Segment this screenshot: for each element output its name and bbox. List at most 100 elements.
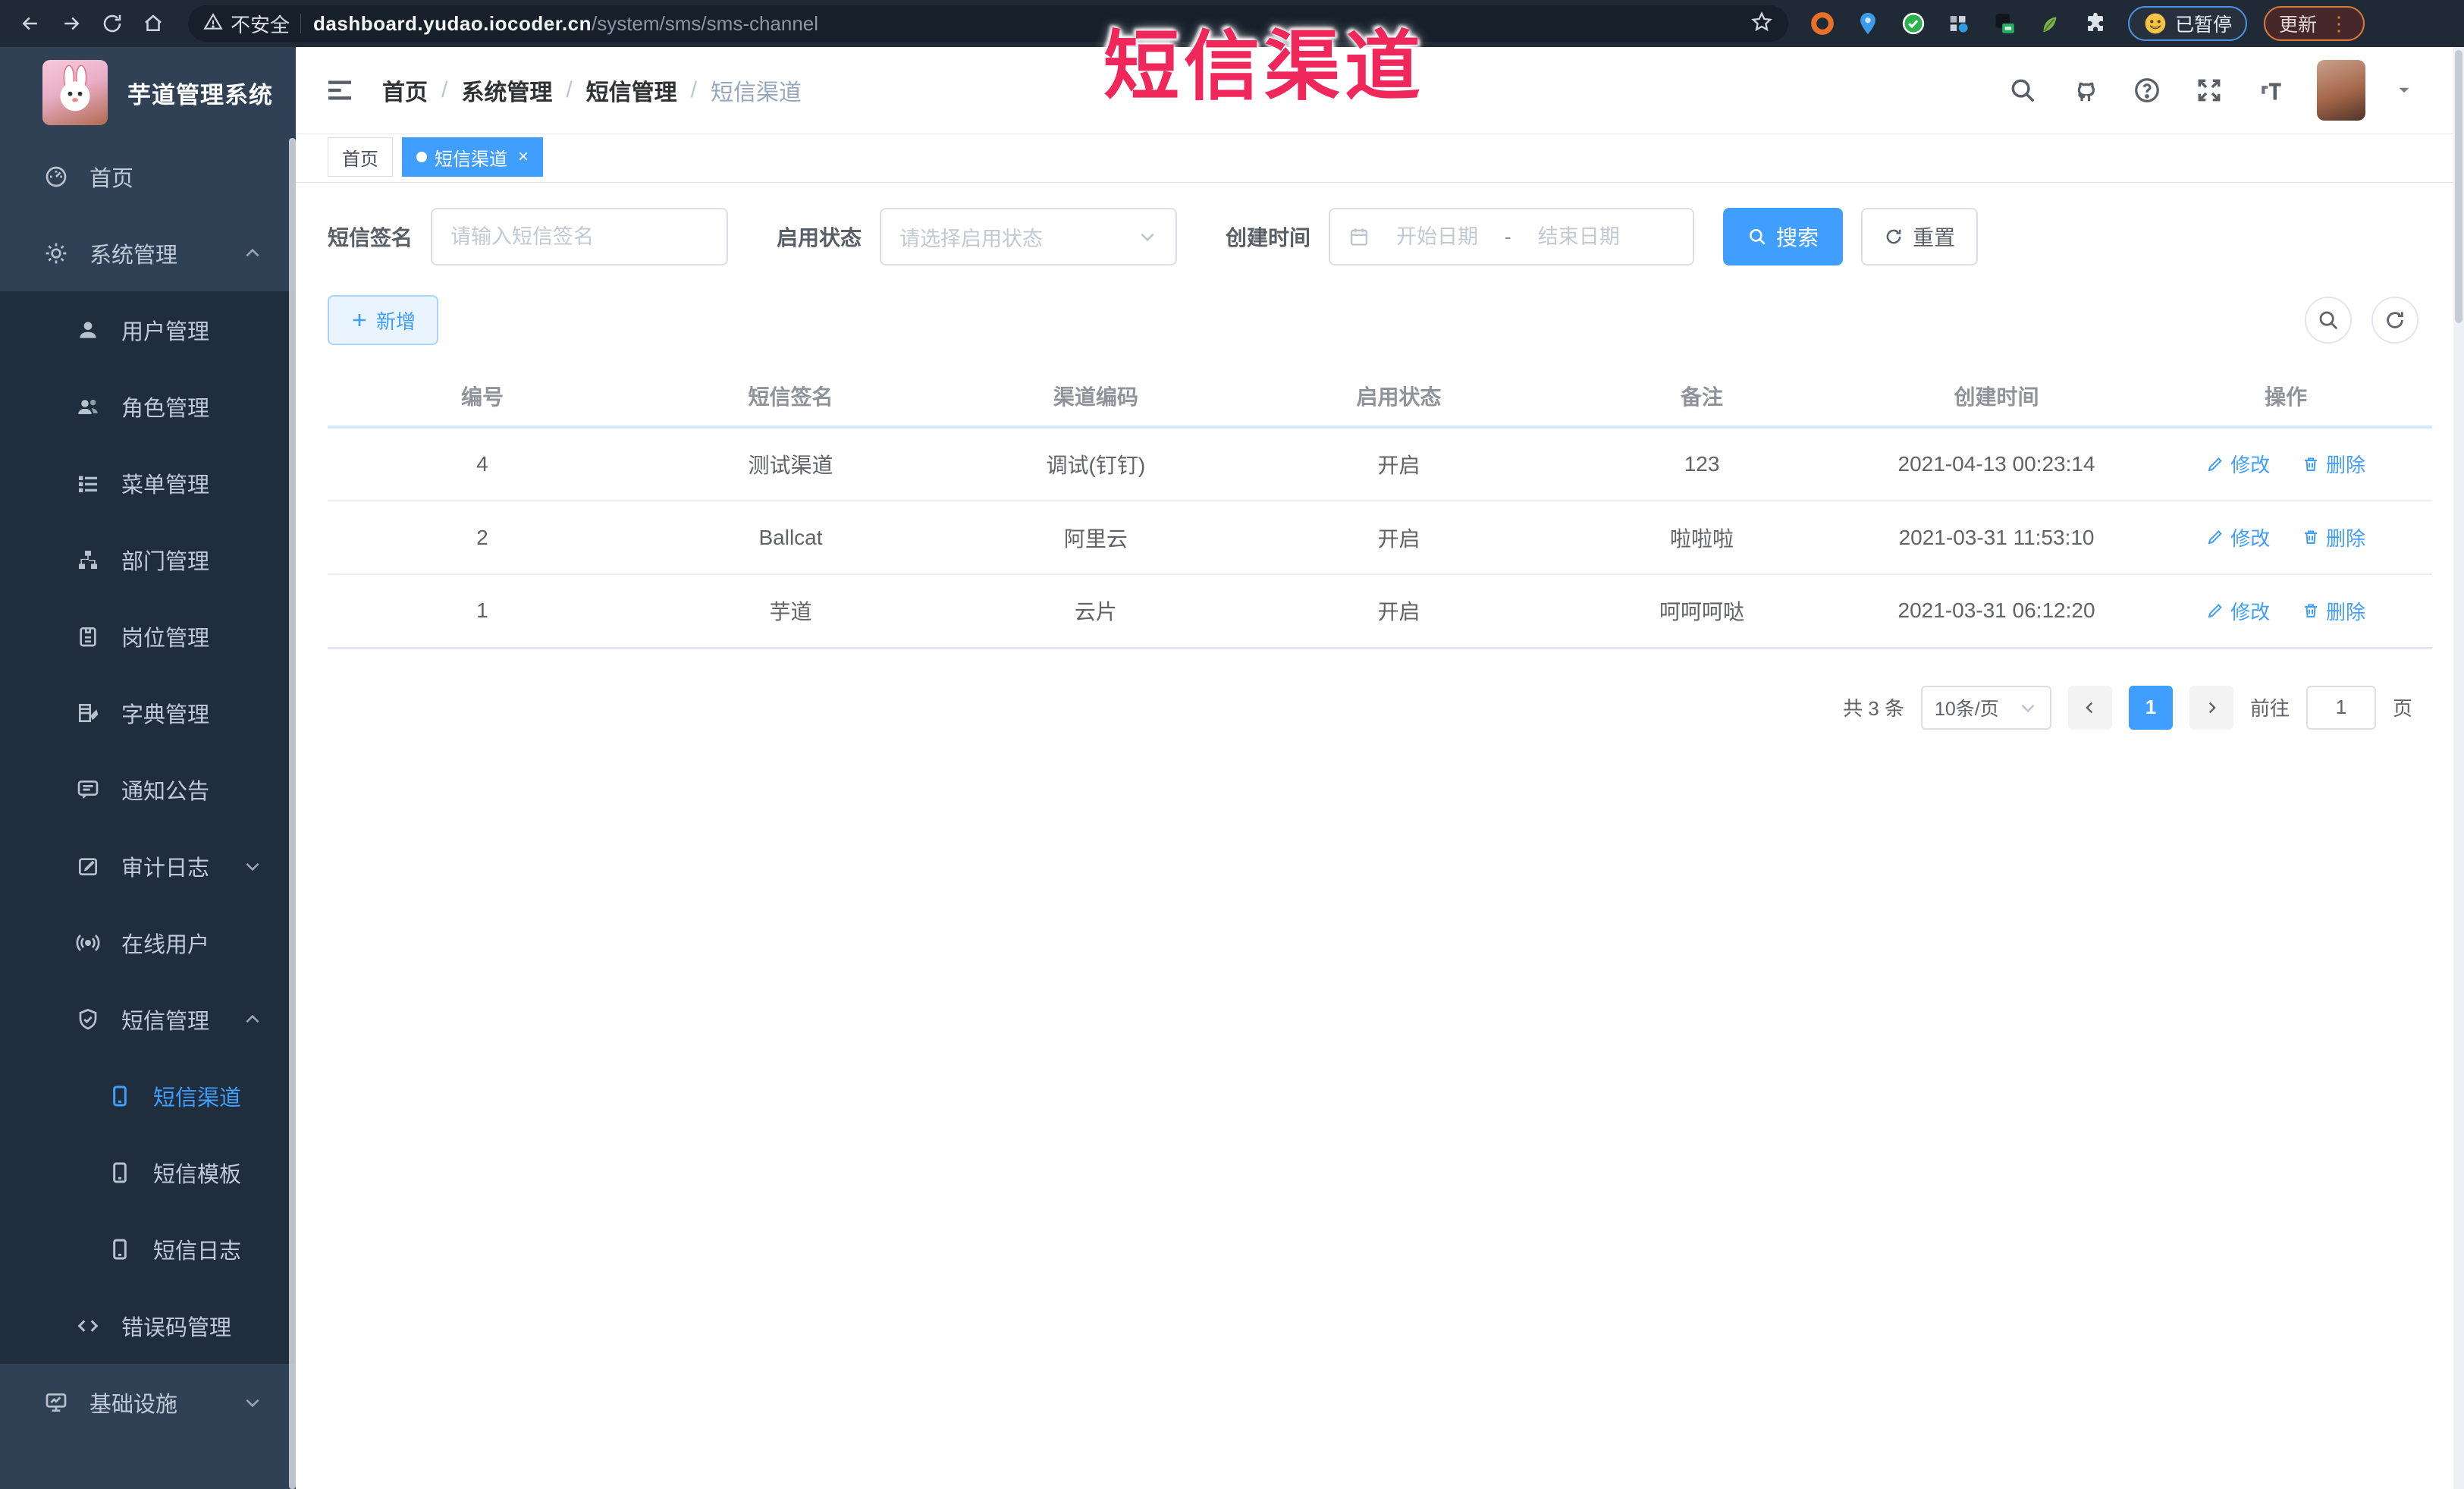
sidebar-item-sms-log[interactable]: 短信日志	[0, 1211, 296, 1287]
avatar[interactable]	[2317, 60, 2365, 121]
breadcrumb-home[interactable]: 首页	[382, 74, 428, 107]
refresh-button[interactable]	[2371, 297, 2418, 344]
sidebar-item-sms[interactable]: 短信管理	[0, 981, 296, 1057]
tab-home[interactable]: 首页	[328, 137, 393, 177]
sidebar-item-label: 首页	[89, 166, 134, 191]
sidebar-item-dict[interactable]: 字典管理	[0, 674, 296, 751]
cell-status: 开启	[1247, 574, 1551, 649]
page-scrollbar[interactable]	[2453, 47, 2464, 1489]
table-settings	[2305, 297, 2432, 344]
goto-label: 前往	[2249, 697, 2290, 720]
prev-page-button[interactable]	[2067, 685, 2112, 730]
edit-log-icon	[76, 854, 100, 878]
delete-link[interactable]: 删除	[2302, 597, 2365, 625]
status-select[interactable]: 请选择启用状态	[880, 208, 1178, 265]
sidebar-item-sms-template[interactable]: 短信模板	[0, 1134, 296, 1211]
app-title: 芋道管理系统	[127, 81, 273, 108]
home-icon[interactable]	[137, 7, 170, 40]
edit-link[interactable]: 修改	[2206, 523, 2270, 551]
page-size-select[interactable]: 10条/页	[1920, 685, 2051, 730]
reload-icon[interactable]	[96, 7, 129, 40]
back-icon[interactable]	[14, 7, 47, 40]
star-icon[interactable]	[1750, 11, 1773, 37]
table-header-row: 编号 短信签名 渠道编码 启用状态 备注 创建时间 操作	[328, 366, 2432, 429]
sidebar-scrollbar[interactable]	[289, 138, 296, 1489]
delete-link[interactable]: 删除	[2302, 450, 2365, 478]
sidebar-item-error-code[interactable]: 错误码管理	[0, 1287, 296, 1364]
add-button-label: 新增	[376, 309, 416, 333]
fullscreen-icon[interactable]	[2192, 74, 2226, 107]
ext-orange-ring-icon[interactable]	[1808, 9, 1837, 38]
goto-page-input[interactable]	[2305, 685, 2376, 730]
sidebar-item-audit-log[interactable]: 审计日志	[0, 828, 296, 904]
ext-check-icon[interactable]	[1899, 9, 1928, 38]
sidebar-item-online-users[interactable]: 在线用户	[0, 904, 296, 981]
sidebar-item-sms-channel[interactable]: 短信渠道	[0, 1057, 296, 1134]
forward-icon[interactable]	[55, 7, 88, 40]
ext-leaf-icon[interactable]	[2036, 9, 2064, 38]
sidebar-item-roles[interactable]: 角色管理	[0, 368, 296, 445]
breadcrumb-sms[interactable]: 短信管理	[586, 74, 677, 107]
overlay-page-title: 短信渠道	[1103, 24, 1425, 109]
pencil-icon	[2208, 530, 2223, 545]
cell-status: 开启	[1247, 427, 1551, 501]
extensions-puzzle-icon[interactable]	[2081, 9, 2110, 38]
date-end-input[interactable]	[1521, 225, 1636, 249]
paused-extension-pill[interactable]: 已暂停	[2128, 6, 2248, 41]
date-range-picker[interactable]: -	[1329, 208, 1695, 265]
sidebar-item-label: 在线用户	[121, 932, 210, 957]
cell-id: 1	[328, 574, 637, 649]
date-start-input[interactable]	[1380, 225, 1495, 249]
page-number-button[interactable]: 1	[2128, 685, 2173, 730]
cell-code: 阿里云	[944, 501, 1248, 575]
phone-doc-icon	[108, 1237, 132, 1261]
tab-sms-channel[interactable]: 短信渠道 ×	[402, 137, 544, 177]
gear-icon	[44, 241, 68, 265]
sidebar-item-posts[interactable]: 岗位管理	[0, 598, 296, 674]
trash-icon	[2305, 457, 2317, 471]
sidebar-item-home[interactable]: 首页	[0, 138, 296, 215]
pagination: 共 3 条 10条/页 1 前往 页	[328, 685, 2432, 730]
breadcrumb-separator: /	[690, 77, 698, 102]
sidebar-item-system[interactable]: 系统管理	[0, 215, 296, 291]
table-row: 2 Ballcat 阿里云 开启 啦啦啦 2021-03-31 11:53:10…	[328, 501, 2432, 575]
browser-menu-icon[interactable]: ⋮	[2329, 12, 2349, 36]
th-id: 编号	[328, 366, 637, 429]
chevron-down-icon[interactable]	[2394, 80, 2414, 100]
cell-status: 开启	[1247, 501, 1551, 575]
breadcrumb-separator: /	[441, 77, 448, 102]
close-icon[interactable]: ×	[518, 148, 529, 166]
ext-grid-icon[interactable]	[1945, 9, 1973, 38]
sidebar-item-users[interactable]: 用户管理	[0, 291, 296, 368]
search-button[interactable]: 搜索	[1723, 208, 1844, 265]
ext-switch-icon[interactable]	[1990, 9, 2019, 38]
edit-link[interactable]: 修改	[2206, 450, 2270, 478]
update-button[interactable]: 更新 ⋮	[2264, 6, 2365, 41]
font-size-icon[interactable]	[2255, 74, 2288, 107]
github-icon[interactable]	[2068, 74, 2101, 107]
sidebar-logo[interactable]: 芋道管理系统	[0, 47, 296, 138]
sidebar-item-depts[interactable]: 部门管理	[0, 521, 296, 598]
reset-button[interactable]: 重置	[1861, 208, 1979, 265]
search-toggle-button[interactable]	[2305, 297, 2352, 344]
security-label[interactable]: 不安全	[231, 10, 290, 38]
next-page-button[interactable]	[2189, 685, 2233, 730]
cell-created: 2021-04-13 00:23:14	[1853, 427, 2140, 501]
sidebar-item-infra[interactable]: 基础设施	[0, 1364, 296, 1440]
sidebar-item-menus[interactable]: 菜单管理	[0, 445, 296, 521]
emoji-face-icon	[2145, 13, 2166, 34]
hamburger-icon[interactable]	[323, 74, 356, 107]
cell-code: 调试(钉钉)	[944, 427, 1248, 501]
edit-link[interactable]: 修改	[2206, 597, 2270, 625]
sidebar-item-notice[interactable]: 通知公告	[0, 751, 296, 828]
add-button[interactable]: 新增	[328, 295, 439, 345]
breadcrumb-system[interactable]: 系统管理	[461, 74, 552, 107]
search-icon[interactable]	[2006, 74, 2039, 107]
question-icon[interactable]	[2130, 74, 2164, 107]
ext-pin-icon[interactable]	[1853, 9, 1882, 38]
url-bar[interactable]: 不安全 dashboard.yudao.iocoder.cn /system/s…	[188, 5, 1788, 42]
active-dot-icon	[416, 152, 427, 162]
delete-link[interactable]: 删除	[2302, 523, 2365, 551]
time-label: 创建时间	[1226, 226, 1311, 250]
sign-input[interactable]	[450, 225, 709, 249]
